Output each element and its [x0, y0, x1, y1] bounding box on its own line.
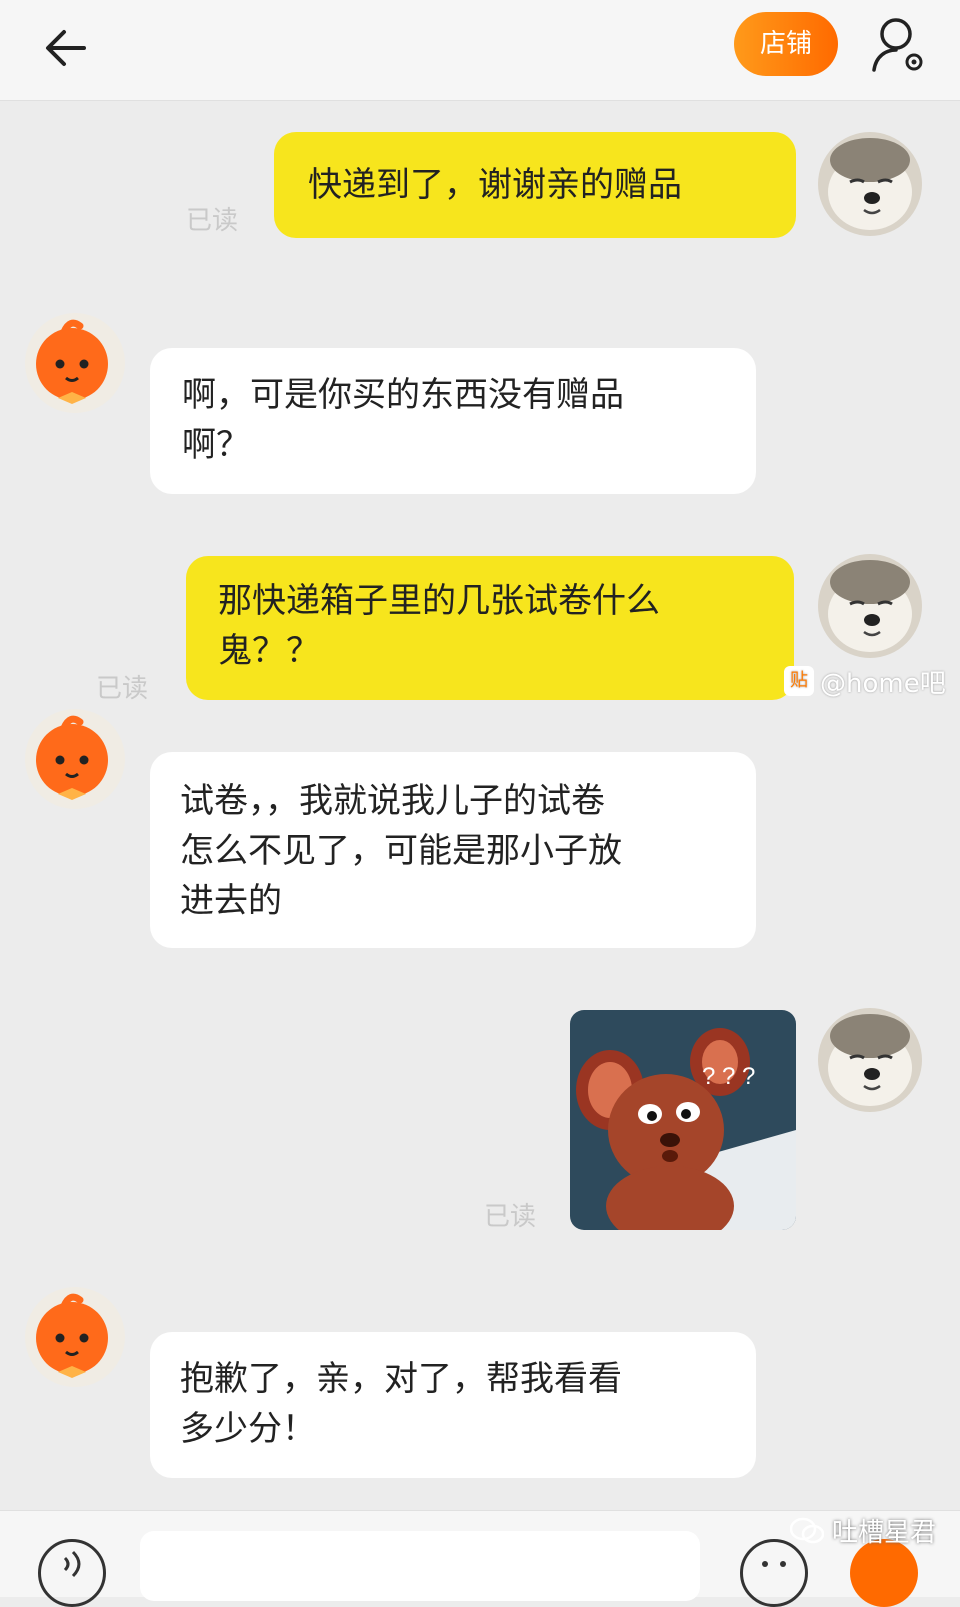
their-message-bubble[interactable]: 啊，可是你买的东西没有赠品 啊？	[150, 348, 756, 494]
message-line: 抱歉了，亲，对了，帮我看看	[180, 1359, 622, 1399]
my-avatar[interactable]	[818, 132, 922, 236]
watermark-text: @home吧	[820, 668, 946, 699]
message-line: 鬼？？	[218, 631, 320, 671]
message-line: 那快递箱子里的几张试卷什么	[218, 581, 660, 621]
wechat-icon	[790, 1517, 824, 1543]
watermark-text: 吐槽星君	[832, 1518, 937, 1548]
shop-avatar[interactable]	[20, 1282, 130, 1392]
user-settings-icon	[872, 18, 923, 72]
my-avatar[interactable]	[818, 554, 922, 658]
message-line: 多少分！	[180, 1409, 316, 1449]
message-line: 试卷，，我就说我儿子的试卷	[180, 781, 605, 821]
sticker-image[interactable]: ? ? ?	[570, 1010, 796, 1230]
shop-avatar[interactable]	[20, 704, 130, 814]
their-message-bubble[interactable]: 试卷，，我就说我儿子的试卷 怎么不见了，可能是那小子放 进去的	[150, 752, 756, 948]
sticker-caption: ? ? ?	[702, 1063, 755, 1090]
message-text: 快递到了，谢谢亲的赠品	[308, 165, 682, 205]
message-line: 啊，可是你买的东西没有赠品	[182, 375, 624, 415]
my-message-bubble[interactable]: 那快递箱子里的几张试卷什么 鬼？？	[186, 556, 794, 700]
platform-watermark: 贴 @home吧	[784, 663, 946, 699]
more-button[interactable]	[850, 1539, 918, 1607]
message-input[interactable]	[140, 1531, 700, 1601]
arrow-left-icon	[46, 30, 86, 66]
tieba-icon: 贴	[784, 666, 814, 696]
read-status: 已读	[484, 1202, 537, 1232]
shop-avatar[interactable]	[20, 308, 130, 418]
shop-button[interactable]: 店铺	[734, 12, 838, 76]
message-line: 进去的	[180, 881, 282, 921]
my-message-bubble[interactable]: 快递到了，谢谢亲的赠品	[274, 132, 796, 238]
message-line: 怎么不见了，可能是那小子放	[180, 831, 622, 871]
read-status: 已读	[96, 674, 149, 704]
their-message-bubble[interactable]: 抱歉了，亲，对了，帮我看看 多少分！	[150, 1332, 756, 1478]
back-button[interactable]	[40, 18, 100, 78]
footer-watermark: 吐槽星君	[790, 1512, 936, 1549]
user-settings-button[interactable]	[870, 12, 930, 76]
top-bar: 店铺	[0, 0, 960, 101]
read-status: 已读	[186, 206, 239, 236]
my-avatar[interactable]	[818, 1008, 922, 1112]
voice-button[interactable]	[38, 1539, 106, 1607]
voice-icon	[63, 1550, 81, 1578]
message-line: 啊？	[182, 425, 250, 465]
emoji-button[interactable]	[740, 1539, 808, 1607]
